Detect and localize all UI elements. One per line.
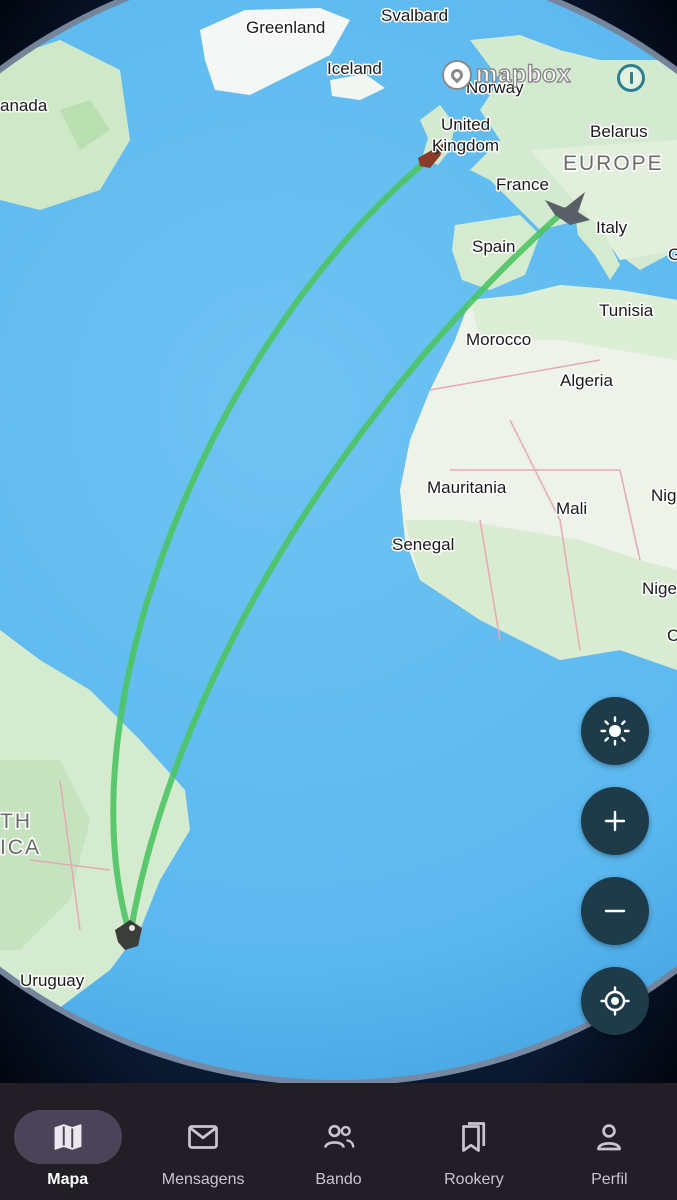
mapbox-attribution[interactable]: mapbox <box>442 60 571 90</box>
group-icon <box>321 1119 357 1155</box>
label-svalbard: Svalbard <box>381 6 448 25</box>
nav-item-mapa[interactable]: Mapa <box>0 1083 135 1200</box>
label-edge-g: G <box>668 245 677 264</box>
zoom-out-button[interactable] <box>581 877 649 945</box>
bookmarks-icon <box>456 1119 492 1155</box>
plus-icon <box>604 810 626 832</box>
label-greenland: Greenland <box>246 18 325 37</box>
label-edge-c: C <box>667 626 677 645</box>
label-france: France <box>496 175 549 194</box>
map-icon <box>50 1119 86 1155</box>
nav-item-perfil[interactable]: Perfil <box>542 1083 677 1200</box>
label-algeria: Algeria <box>560 371 613 390</box>
nav-item-mensagens[interactable]: Mensagens <box>135 1083 270 1200</box>
sun-icon <box>600 716 630 746</box>
nav-label-perfil: Perfil <box>591 1171 628 1188</box>
mapbox-logo-text: mapbox <box>475 60 572 88</box>
info-icon[interactable] <box>617 64 645 92</box>
label-canada: anada <box>0 96 48 115</box>
label-south-america-line1: TH <box>0 810 32 833</box>
label-united-kingdom-line2: Kingdom <box>432 136 499 155</box>
label-niger: Nig <box>651 486 677 505</box>
label-mali: Mali <box>556 499 587 518</box>
minus-icon <box>604 909 626 913</box>
label-belarus: Belarus <box>590 122 648 141</box>
label-united-kingdom-line1: United <box>441 115 490 134</box>
label-morocco: Morocco <box>466 330 531 349</box>
mapbox-logo-icon <box>442 60 472 90</box>
bottom-navigation: Mapa Mensagens Bando Rookery Perfil <box>0 1083 677 1200</box>
label-mauritania: Mauritania <box>427 478 507 497</box>
label-iceland: Iceland <box>327 59 382 78</box>
nav-label-mapa: Mapa <box>47 1171 89 1188</box>
mail-icon <box>185 1119 221 1155</box>
crosshair-icon <box>600 986 630 1016</box>
nav-label-mensagens: Mensagens <box>161 1171 245 1188</box>
theme-toggle-button[interactable] <box>581 697 649 765</box>
globe-map[interactable]: Greenland Svalbard Iceland anada Norway … <box>0 0 677 1086</box>
label-senegal: Senegal <box>392 535 454 554</box>
label-uruguay: Uruguay <box>20 971 85 990</box>
nav-item-bando[interactable]: Bando <box>271 1083 406 1200</box>
nav-item-rookery[interactable]: Rookery <box>406 1083 541 1200</box>
nav-label-rookery: Rookery <box>444 1171 504 1188</box>
label-nigeria: Nige <box>642 579 677 598</box>
zoom-in-button[interactable] <box>581 787 649 855</box>
locate-me-button[interactable] <box>581 967 649 1035</box>
nav-label-bando: Bando <box>315 1171 362 1188</box>
label-spain: Spain <box>472 237 515 256</box>
label-south-america-line2: ICA <box>0 836 41 859</box>
person-icon <box>591 1119 627 1155</box>
label-tunisia: Tunisia <box>599 301 654 320</box>
label-europe: EUROPE <box>563 152 664 175</box>
label-italy: Italy <box>596 218 628 237</box>
